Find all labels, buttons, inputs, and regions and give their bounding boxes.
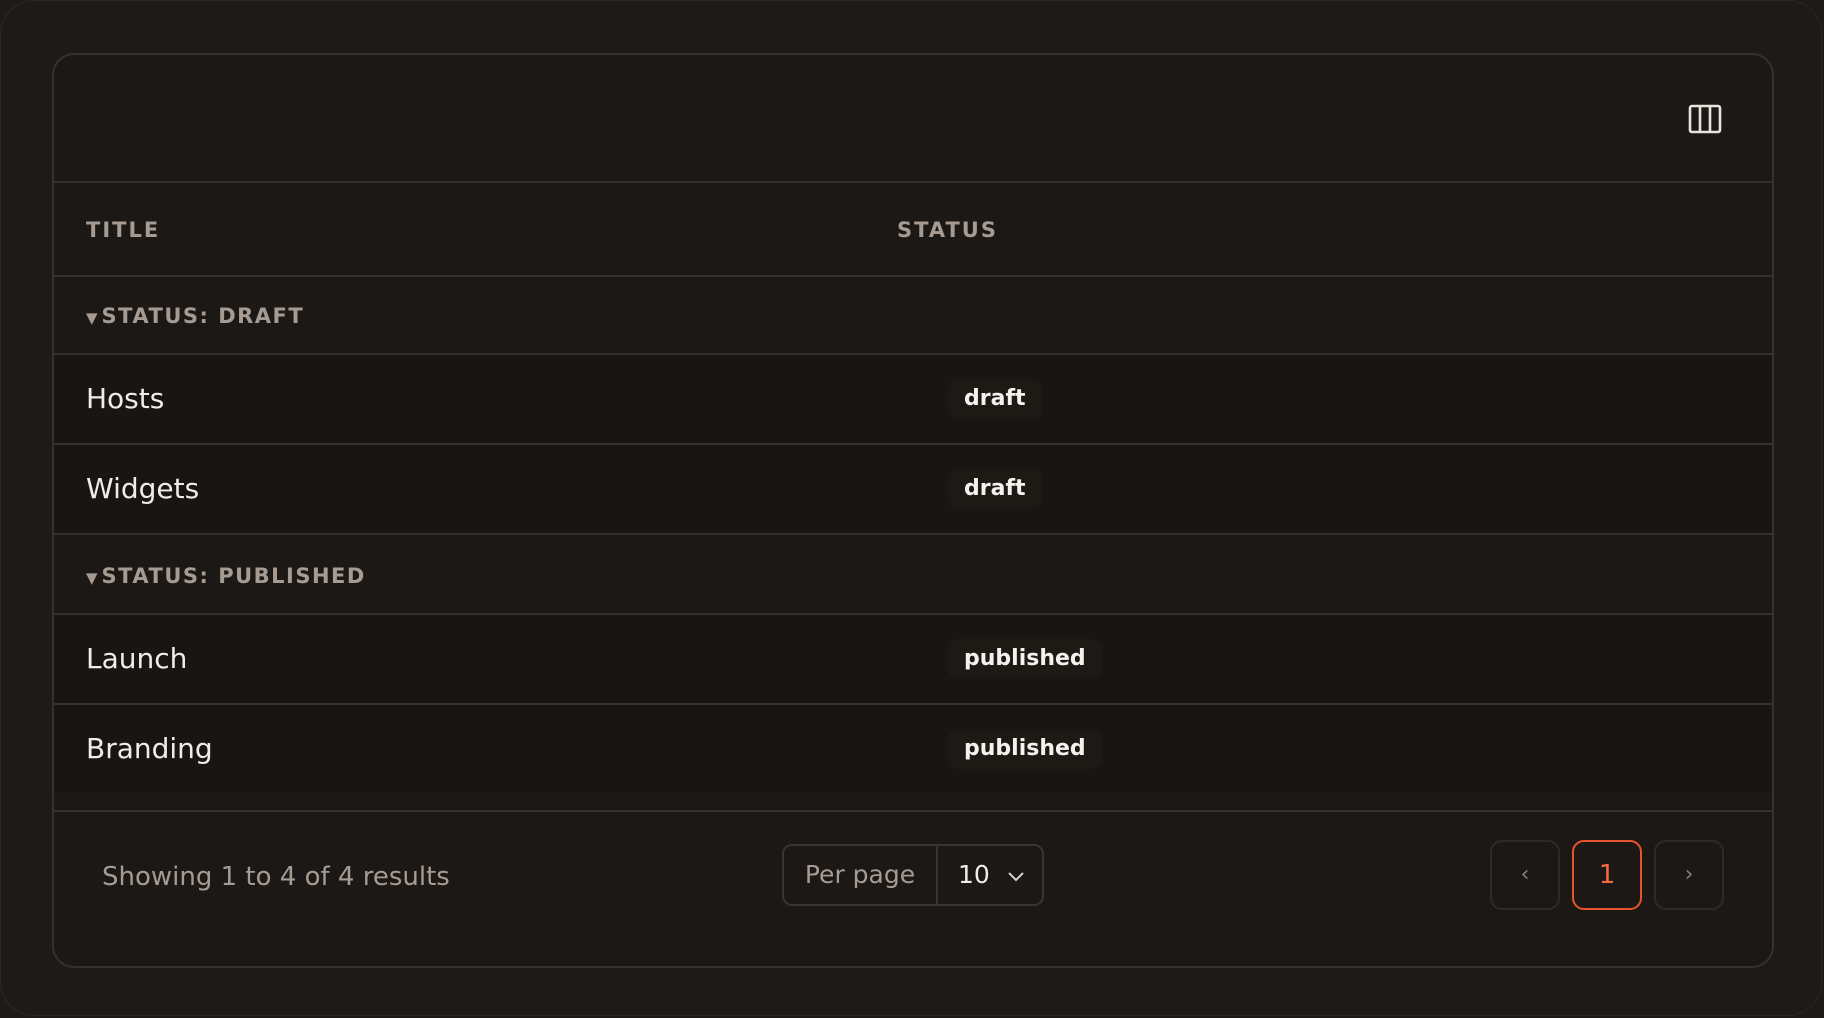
chevron-down-icon (1008, 872, 1024, 882)
status-badge: draft (948, 379, 1042, 419)
column-toggle-button[interactable] (1686, 101, 1724, 137)
previous-page-button[interactable]: ‹ (1490, 840, 1560, 910)
group-label-text: STATUS: PUBLISHED (101, 564, 366, 588)
per-page-label: Per page (784, 846, 938, 904)
column-header-title[interactable]: TITLE (86, 183, 160, 275)
next-page-button[interactable]: › (1654, 840, 1724, 910)
status-badge: draft (948, 469, 1042, 509)
table-row[interactable]: Hosts draft (54, 355, 1772, 445)
table-card: TITLE STATUS ▼ STATUS: DRAFT Hosts draft … (52, 53, 1774, 968)
cell-title: Launch (86, 642, 188, 675)
group-label: ▼ STATUS: DRAFT (86, 277, 304, 353)
table-footer: Showing 1 to 4 of 4 results Per page 10 … (54, 810, 1772, 966)
cell-title: Widgets (86, 472, 200, 505)
collapse-triangle-icon: ▼ (86, 569, 98, 587)
collapse-triangle-icon: ▼ (86, 309, 98, 327)
status-badge: published (948, 639, 1102, 679)
columns-icon (1688, 104, 1722, 134)
table-row[interactable]: Widgets draft (54, 445, 1772, 535)
table-row[interactable]: Branding published (54, 705, 1772, 793)
per-page-control: Per page 10 (782, 844, 1044, 906)
cell-title: Hosts (86, 382, 165, 415)
per-page-value: 10 (958, 860, 990, 889)
group-label-text: STATUS: DRAFT (101, 304, 305, 328)
pagination: ‹ 1 › (1490, 840, 1724, 910)
cell-title: Branding (86, 732, 213, 765)
app-frame: TITLE STATUS ▼ STATUS: DRAFT Hosts draft … (0, 0, 1822, 1016)
table-header: TITLE STATUS (54, 183, 1772, 277)
group-label: ▼ STATUS: PUBLISHED (86, 537, 366, 613)
page-1-button[interactable]: 1 (1572, 840, 1642, 910)
column-header-status[interactable]: STATUS (897, 183, 998, 275)
table-row[interactable]: Launch published (54, 615, 1772, 705)
group-header-draft[interactable]: ▼ STATUS: DRAFT (54, 277, 1772, 355)
table-toolbar (54, 55, 1772, 183)
status-badge: published (948, 729, 1102, 769)
results-summary: Showing 1 to 4 of 4 results (102, 862, 450, 892)
group-header-published[interactable]: ▼ STATUS: PUBLISHED (54, 537, 1772, 615)
per-page-select[interactable]: 10 (938, 846, 1042, 904)
